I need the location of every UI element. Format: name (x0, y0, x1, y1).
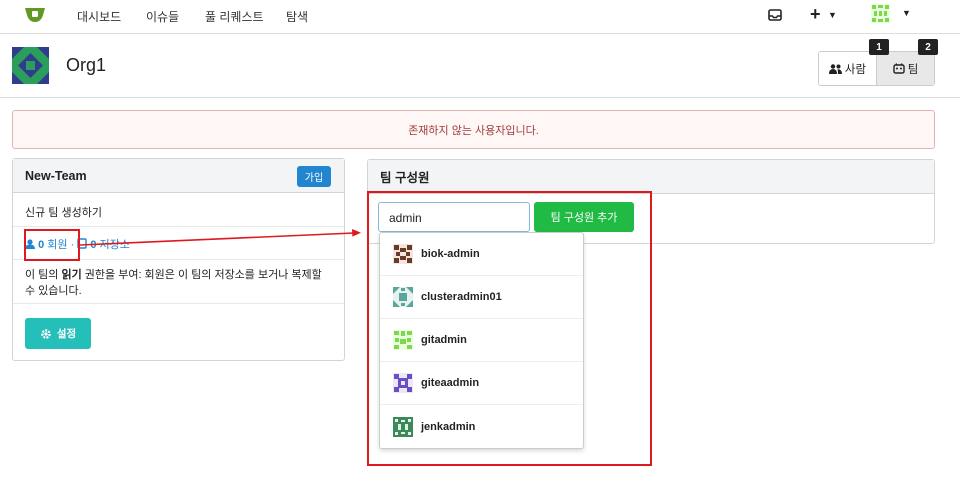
annotation-arrow (79, 229, 361, 246)
